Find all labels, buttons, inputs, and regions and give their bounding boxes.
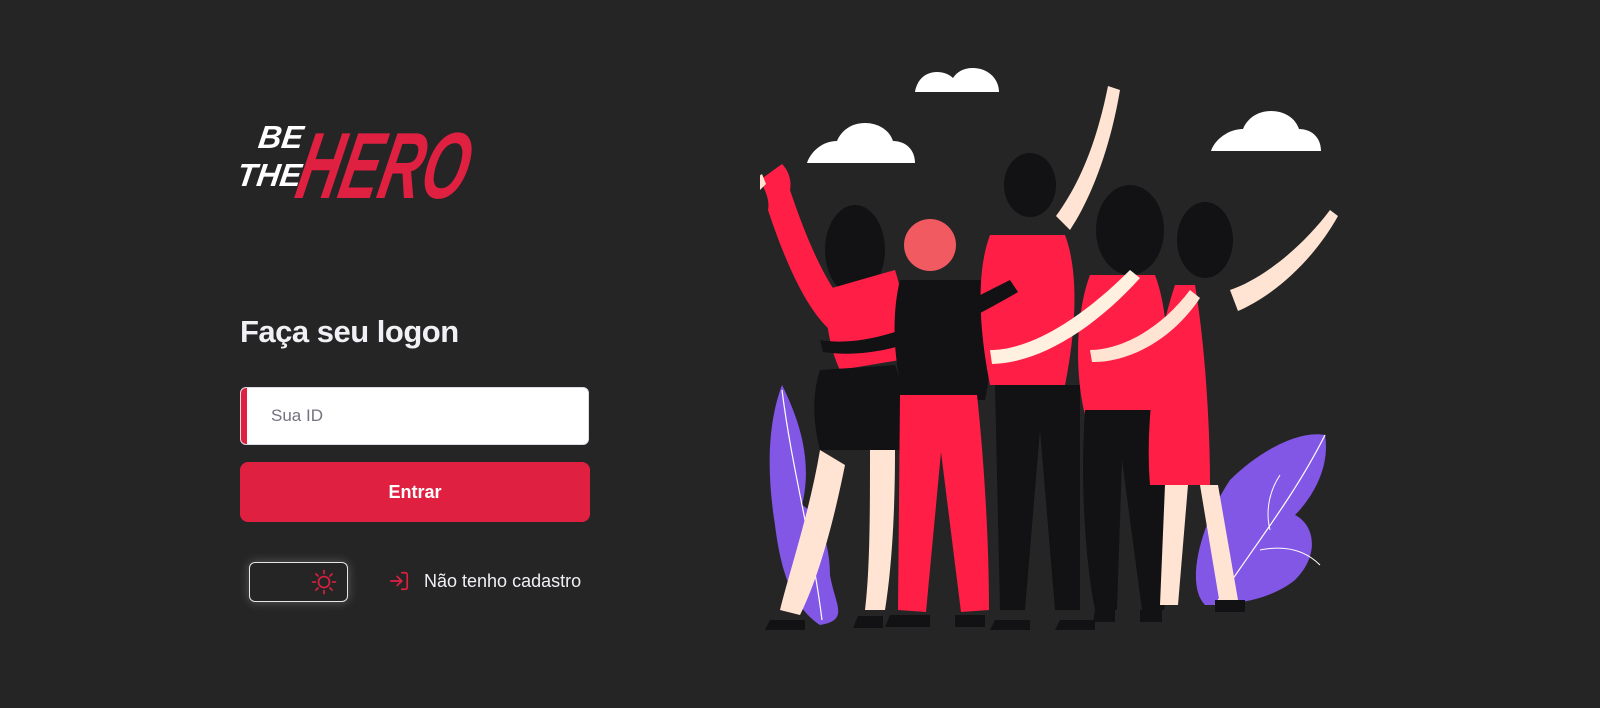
log-in-icon	[389, 571, 409, 591]
id-field	[240, 387, 589, 445]
page-title: Faça seu logon	[240, 314, 459, 349]
register-link[interactable]: Não tenho cadastro	[388, 570, 581, 592]
person-red-pants	[885, 219, 992, 627]
logo-hero-text: HERO	[289, 114, 481, 218]
id-input[interactable]	[247, 388, 588, 444]
register-link-label: Não tenho cadastro	[424, 570, 582, 591]
be-the-hero-logo: BE THE HERO	[238, 114, 481, 218]
logo-be-text: BE	[256, 119, 307, 155]
heroes-illustration	[760, 68, 1338, 630]
sun-icon	[311, 569, 337, 595]
theme-toggle[interactable]	[249, 562, 348, 602]
login-button[interactable]: Entrar	[240, 462, 590, 522]
clouds	[807, 68, 1321, 163]
